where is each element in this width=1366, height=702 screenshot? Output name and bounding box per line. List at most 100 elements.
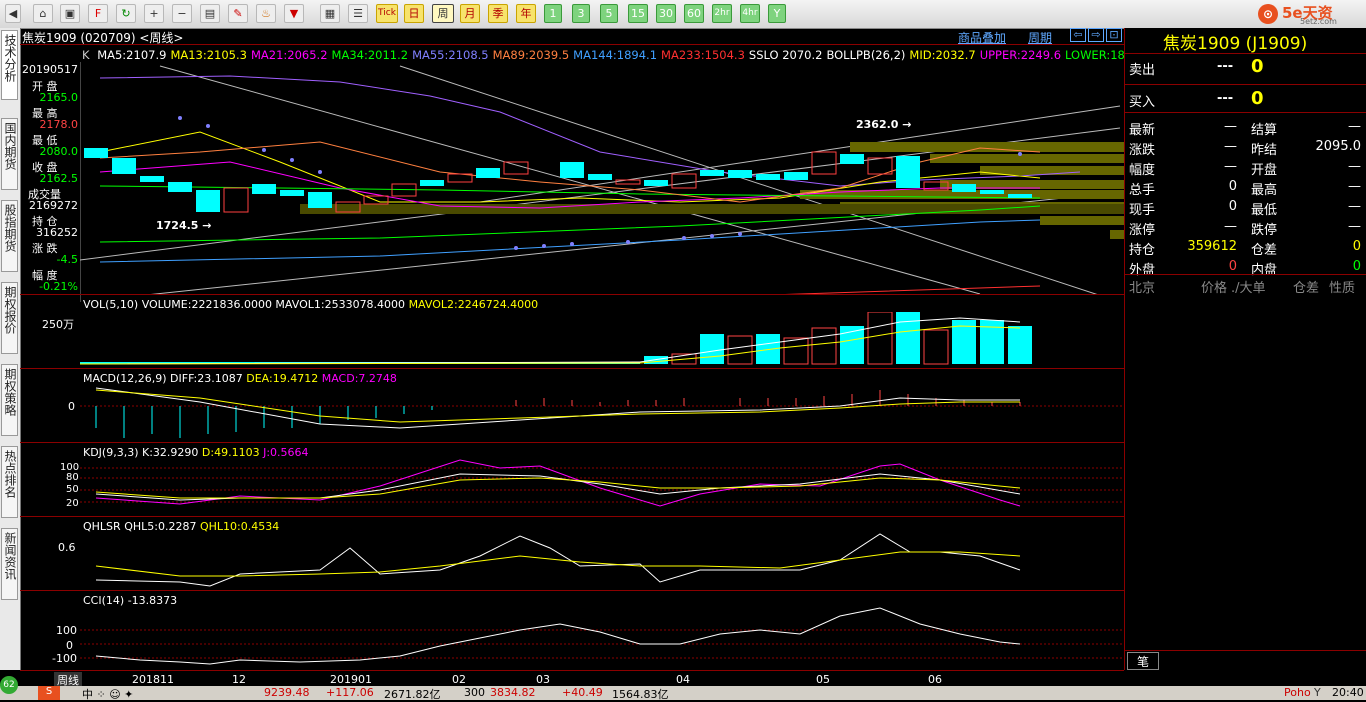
home-icon[interactable]: ⌂	[33, 4, 53, 23]
quote-label: 开盘	[1251, 163, 1278, 178]
quote-label: 总手	[1129, 183, 1156, 198]
price-chart[interactable]	[80, 62, 1124, 294]
candle	[196, 190, 220, 212]
ma-items: MA5:2107.9 MA13:2105.3 MA21:2065.2 MA34:201…	[93, 48, 1139, 62]
table-icon[interactable]: ▦	[320, 4, 340, 23]
trade-header-oi: 仓差	[1293, 281, 1320, 296]
tab-label: 热点排名	[3, 450, 17, 498]
quote-row: 外盘 0 内盘 0	[1125, 258, 1366, 278]
quote-label: 幅度	[1129, 163, 1156, 178]
quote-value: 0	[1352, 259, 1361, 274]
ma144-line	[99, 219, 1041, 263]
list-icon[interactable]: ☰	[348, 4, 368, 23]
candle	[223, 187, 249, 213]
x-tick: 201811	[132, 673, 174, 686]
lamp-icon[interactable]: ♨	[256, 4, 276, 23]
ma-legend-item: UPPER:2249.6	[979, 48, 1062, 62]
quote-label: 最低	[1251, 203, 1278, 218]
candle	[728, 170, 752, 178]
volume-bars	[80, 312, 1032, 365]
info-oi: 316252	[36, 226, 78, 239]
kdj-axis-50: 50	[66, 484, 79, 495]
period-month-button[interactable]: 月	[460, 4, 480, 23]
vol-axis-label: 250万	[42, 318, 74, 331]
pen-icon[interactable]: ✎	[228, 4, 248, 23]
min-1-button[interactable]: 1	[544, 4, 562, 23]
x-tick: 05	[816, 673, 830, 686]
ma-legend-item: BOLLPB(26,2)	[826, 48, 906, 62]
min-60-button[interactable]: 60	[684, 4, 704, 23]
quote-label: 涨停	[1129, 223, 1156, 238]
cci-chart[interactable]	[80, 604, 1124, 670]
x-tick: 04	[676, 673, 690, 686]
buy-label: 买入	[1129, 95, 1156, 110]
custom-period-button[interactable]: Y	[768, 4, 786, 23]
ma-legend-item: MA5:2107.9	[97, 48, 167, 62]
window-icon[interactable]: ▤	[200, 4, 220, 23]
macd-axis-zero: 0	[68, 400, 75, 413]
ma-legend-item: MA144:1894.1	[573, 48, 658, 62]
quote-row: 最新 — 结算 —	[1125, 118, 1366, 138]
tab-news[interactable]: 新闻资讯	[1, 528, 18, 600]
quote-label: 外盘	[1129, 263, 1156, 278]
status-index1: 9239.48	[264, 686, 310, 699]
volume-chart[interactable]	[80, 312, 1124, 368]
folder-icon[interactable]: ▣	[60, 4, 80, 23]
filter-icon[interactable]: ▼	[284, 4, 304, 23]
status-right-text: Poho	[1284, 686, 1311, 699]
min-3-button[interactable]: 3	[572, 4, 590, 23]
tick-button[interactable]: Tick	[376, 4, 398, 23]
min-5-button[interactable]: 5	[600, 4, 618, 23]
expand-icon[interactable]: ⊡	[1106, 28, 1122, 42]
qhlsr-chart[interactable]	[80, 530, 1124, 590]
chart-area[interactable]: 焦炭1909 (020709) <周线> 商品叠加 周期 ⇦ ⇨ ⊡ K MA5…	[20, 28, 1139, 670]
back-icon[interactable]: ◀	[5, 4, 21, 23]
tab-ticks[interactable]: 笔	[1127, 652, 1159, 670]
ime-icon[interactable]: S	[38, 686, 60, 700]
logo-icon: ⊙	[1258, 4, 1278, 24]
divider	[20, 294, 1124, 295]
candle	[168, 182, 192, 192]
quote-row: 持仓 359612 仓差 0	[1125, 238, 1366, 258]
scroll-right-icon[interactable]: ⇨	[1088, 28, 1104, 42]
kdj-chart[interactable]	[80, 458, 1124, 514]
hr-4-button[interactable]: 4hr	[740, 4, 760, 23]
brand-logo: ⊙ 5e天资 5etz.com	[1256, 0, 1366, 28]
candle	[308, 192, 332, 208]
min-15-button[interactable]: 15	[628, 4, 648, 23]
refresh-icon[interactable]: ↻	[116, 4, 136, 23]
min-30-button[interactable]: 30	[656, 4, 676, 23]
candle	[112, 158, 136, 174]
tab-index-futures[interactable]: 股指期货	[1, 200, 18, 272]
info-close: 2162.5	[39, 172, 79, 185]
status-index2-name: 300	[464, 686, 485, 699]
period-year-button[interactable]: 年	[516, 4, 536, 23]
tab-hot-ranking[interactable]: 热点排名	[1, 446, 18, 518]
tab-option-strategy[interactable]: 期权策略	[1, 364, 18, 436]
scroll-left-icon[interactable]: ⇦	[1070, 28, 1086, 42]
quote-value: —	[1224, 219, 1237, 234]
info-chg: -4.5	[56, 253, 78, 266]
zoom-in-icon[interactable]: +	[144, 4, 164, 23]
period-quarter-button[interactable]: 季	[488, 4, 508, 23]
trade-header-nature: 性质	[1329, 281, 1356, 296]
k-label: K	[82, 48, 90, 62]
buy-row: 买入 --- 0	[1125, 88, 1366, 110]
macd-chart[interactable]	[80, 384, 1124, 440]
tab-domestic-futures[interactable]: 国内期货	[1, 118, 18, 190]
period-week-button[interactable]: 周	[432, 4, 454, 23]
quote-label: 跌停	[1251, 223, 1278, 238]
hr-2-button[interactable]: 2hr	[712, 4, 732, 23]
tab-label: 期权策略	[3, 368, 17, 416]
tab-technical-analysis[interactable]: 技术分析	[1, 30, 18, 100]
trade-header: 北京 价格 ./大单 仓差 性质	[1125, 277, 1366, 296]
f10-icon[interactable]: F	[88, 4, 108, 23]
zoom-out-icon[interactable]: −	[172, 4, 192, 23]
toolbar: ◀ ⌂ ▣ F ↻ + − ▤ ✎ ♨ ▼ ▦ ☰ Tick 日 周 月 季 年…	[0, 0, 1366, 29]
mavol2-line	[80, 325, 1021, 365]
tab-option-quotes[interactable]: 期权报价	[1, 282, 18, 354]
quote-row: 涨跌 — 昨结 2095.0	[1125, 138, 1366, 158]
period-day-button[interactable]: 日	[404, 4, 424, 23]
low-mark-value: 1724.5	[156, 219, 199, 232]
cci-axis-minus100: -100	[52, 652, 77, 665]
